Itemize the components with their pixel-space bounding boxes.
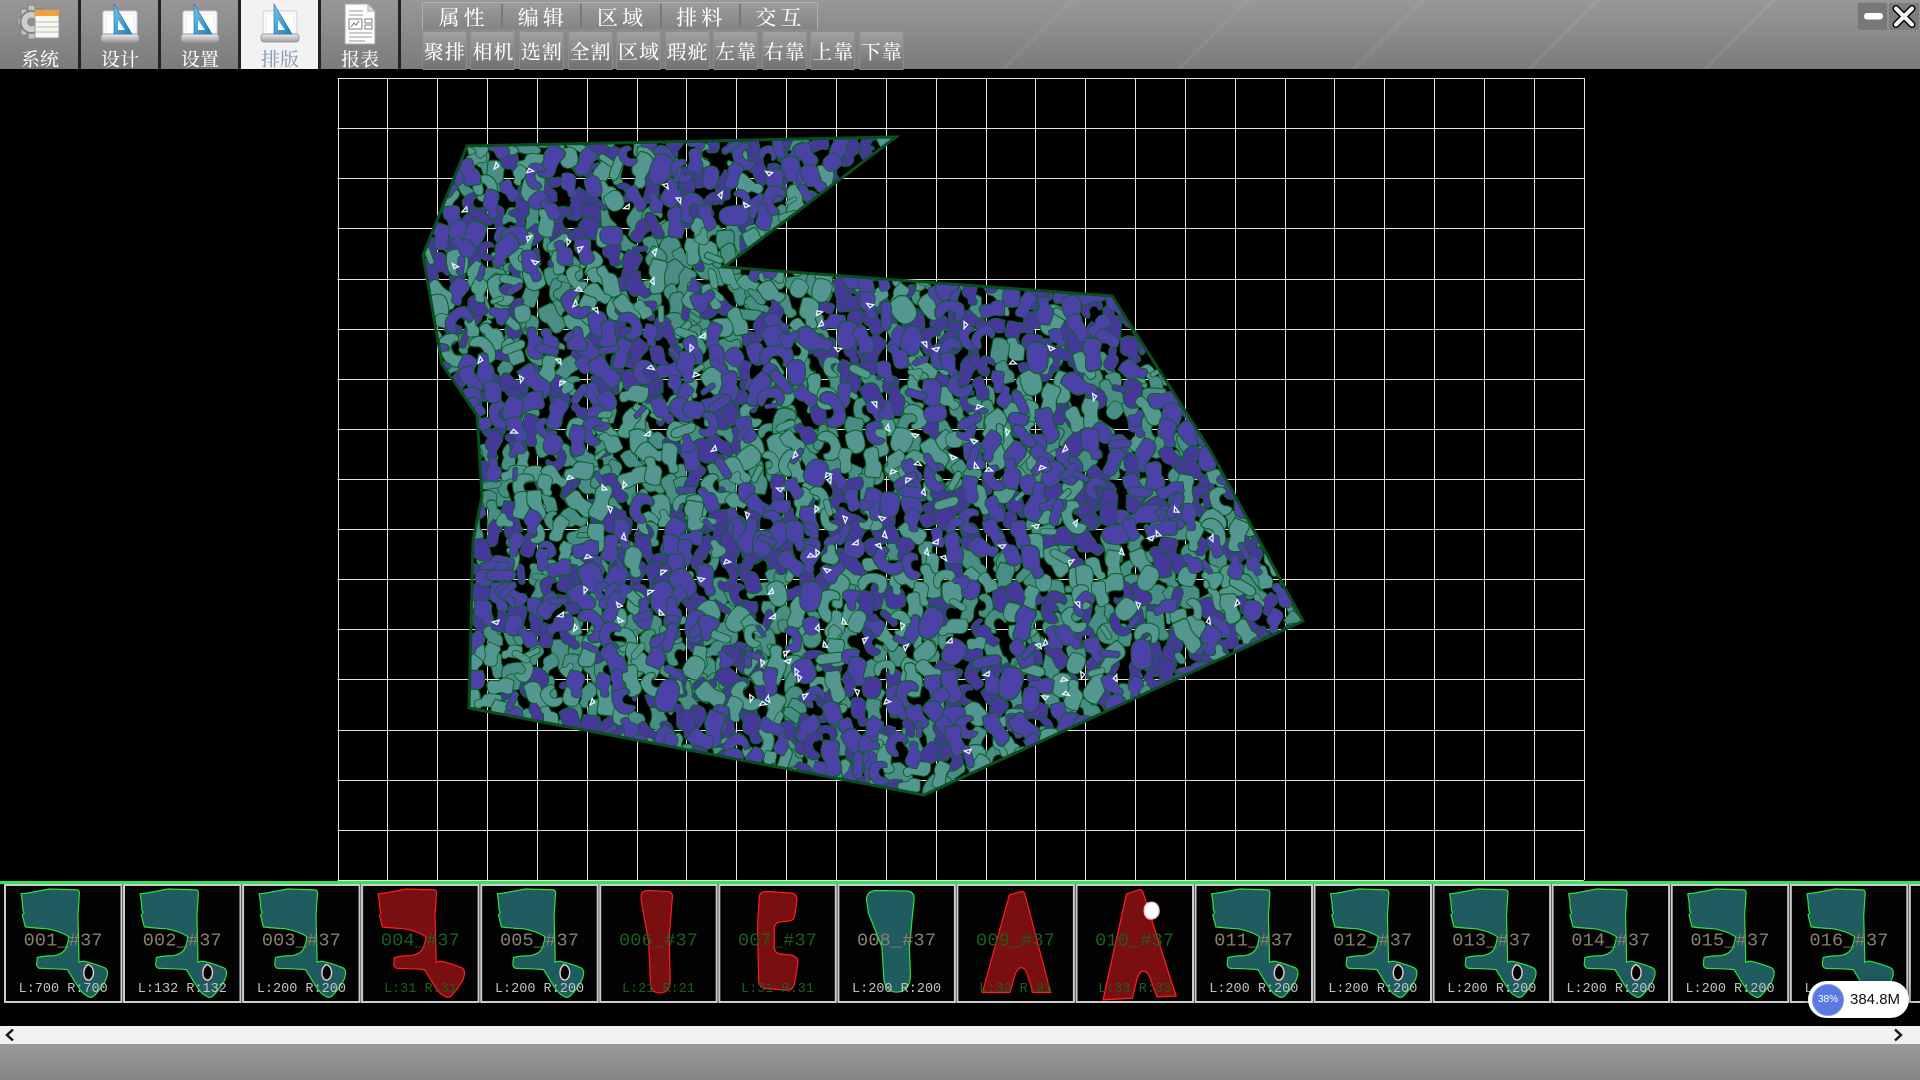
svg-text:L:200 R:200: L:200 R:200 — [495, 982, 584, 997]
svg-text:L:200 R:200: L:200 R:200 — [257, 982, 346, 997]
svg-text:008_#37: 008_#37 — [857, 931, 936, 952]
svg-text:010_#37: 010_#37 — [1095, 931, 1174, 952]
svg-text:012_#37: 012_#37 — [1333, 931, 1412, 952]
svg-text:L:700 R:700: L:700 R:700 — [19, 982, 108, 997]
svg-text:016_#37: 016_#37 — [1809, 931, 1888, 952]
svg-text:001_#37: 001_#37 — [24, 931, 103, 952]
svg-text:004_#37: 004_#37 — [381, 931, 460, 952]
svg-text:L:200 R:200: L:200 R:200 — [852, 982, 941, 997]
svg-text:014_#37: 014_#37 — [1571, 931, 1650, 952]
svg-text:L:200 R:200: L:200 R:200 — [1566, 982, 1655, 997]
svg-text:L:132 R:132: L:132 R:132 — [138, 982, 227, 997]
svg-text:L:200 R:200: L:200 R:200 — [1328, 982, 1417, 997]
svg-text:L:200 R:200: L:200 R:200 — [1209, 982, 1298, 997]
svg-text:002_#37: 002_#37 — [143, 931, 222, 952]
svg-text:009_#37: 009_#37 — [976, 931, 1055, 952]
svg-text:L:32 R:31: L:32 R:31 — [979, 982, 1052, 997]
svg-text:015_#37: 015_#37 — [1690, 931, 1769, 952]
svg-text:L:200 R:200: L:200 R:200 — [1685, 982, 1774, 997]
svg-text:005_#37: 005_#37 — [500, 931, 579, 952]
svg-text:011_#37: 011_#37 — [1214, 931, 1293, 952]
svg-text:013_#37: 013_#37 — [1452, 931, 1531, 952]
svg-text:003_#37: 003_#37 — [262, 931, 341, 952]
svg-text:L:33 R:33: L:33 R:33 — [1098, 982, 1171, 997]
svg-text:L:200 R:200: L:200 R:200 — [1447, 982, 1536, 997]
svg-text:L:21 R:21: L:21 R:21 — [622, 982, 695, 997]
svg-text:L:31 R:31: L:31 R:31 — [741, 982, 814, 997]
svg-text:L:31 R:31: L:31 R:31 — [384, 982, 457, 997]
svg-text:006_#37: 006_#37 — [619, 931, 698, 952]
svg-text:007_#37: 007_#37 — [738, 931, 817, 952]
